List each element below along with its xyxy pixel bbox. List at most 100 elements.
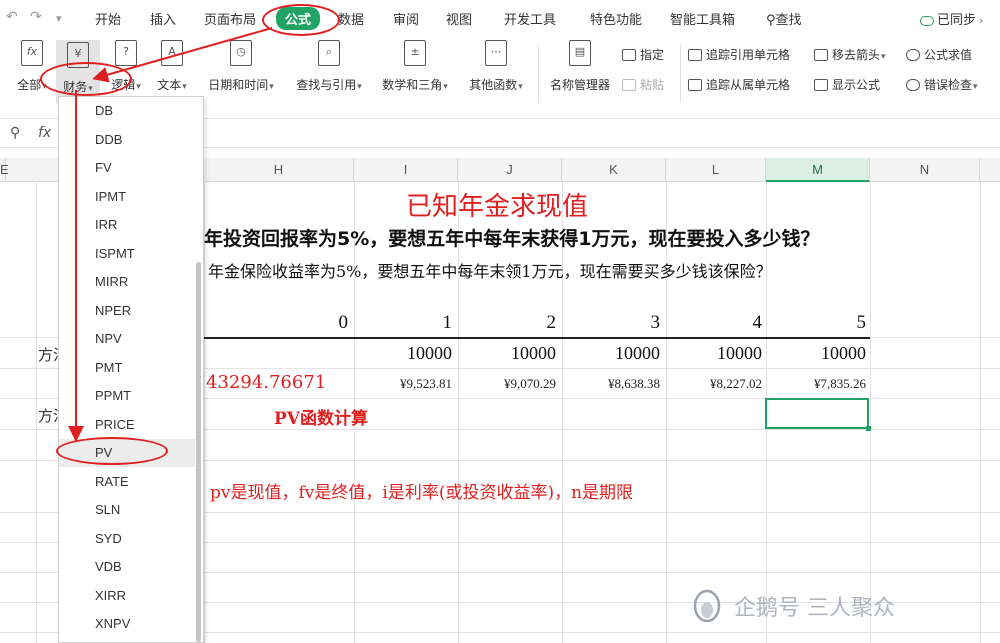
financial-functions-dropdown: DB DDB FV IPMT IRR ISPMT MIRR NPER NPV P… <box>58 96 204 643</box>
column-header-l[interactable]: L <box>666 158 766 182</box>
error-checking-button[interactable]: 错误检查 <box>906 76 978 93</box>
menu-home[interactable]: 开始 <box>95 9 121 28</box>
undo-icon[interactable]: ↶ <box>6 9 18 25</box>
menu-insert[interactable]: 插入 <box>150 9 176 28</box>
menu-developer[interactable]: 开发工具 <box>504 9 556 28</box>
grid-line <box>870 182 871 643</box>
question-text-2: 年金保险收益率为5%，要想五年中每年末领1万元，现在需要买多少钱该保险？ <box>208 262 772 281</box>
search-icon: ⚲ <box>766 13 776 28</box>
column-header-m[interactable]: M <box>766 158 870 182</box>
column-header-j[interactable]: J <box>458 158 562 182</box>
grid-line <box>562 182 563 643</box>
discounted-value-cell[interactable]: ¥9,523.81 <box>352 376 452 392</box>
function-item-nper[interactable]: NPER <box>59 297 195 325</box>
menu-review[interactable]: 审阅 <box>393 9 419 28</box>
name-manager-button[interactable]: ▤ 名称管理器 <box>544 40 616 93</box>
column-header-i[interactable]: I <box>354 158 458 182</box>
discounted-value-cell[interactable]: ¥9,070.29 <box>456 376 556 392</box>
grid-line <box>980 182 981 643</box>
menu-special-features[interactable]: 特色功能 <box>590 9 642 28</box>
table-top-border <box>204 337 870 339</box>
ribbon-separator <box>680 44 681 102</box>
function-item-irr[interactable]: IRR <box>59 211 195 239</box>
lookup-reference-functions-button[interactable]: ⌕ 查找与引用 <box>288 40 370 93</box>
dropdown-scrollbar[interactable] <box>196 262 201 642</box>
period-cell[interactable]: 2 <box>456 312 557 334</box>
cloud-icon <box>920 15 934 26</box>
text-functions-button[interactable]: A 文本 <box>150 40 194 93</box>
selected-cell[interactable] <box>765 398 871 431</box>
math-icon: ± <box>404 40 426 66</box>
column-header-h[interactable]: H <box>204 158 354 182</box>
function-item-ipmt[interactable]: IPMT <box>59 183 195 211</box>
discounted-value-cell[interactable]: ¥7,835.26 <box>766 376 866 392</box>
period-cell[interactable]: 0 <box>248 312 349 334</box>
trace-dependents-icon <box>688 79 702 91</box>
function-item-syd[interactable]: SYD <box>59 525 195 553</box>
amount-cell[interactable]: 10000 <box>456 343 556 364</box>
column-header-n[interactable]: N <box>870 158 980 182</box>
date-time-functions-button[interactable]: ◷ 日期和时间 <box>200 40 282 93</box>
trace-precedents-icon <box>688 49 702 61</box>
amount-cell[interactable]: 10000 <box>766 343 866 364</box>
menu-smart-toolbox[interactable]: 智能工具箱 <box>670 9 735 28</box>
period-cell[interactable]: 4 <box>662 312 763 334</box>
math-trig-functions-button[interactable]: ± 数学和三角 <box>374 40 456 93</box>
remove-arrows-button[interactable]: 移去箭头 <box>814 46 886 63</box>
show-formulas-button[interactable]: 显示公式 <box>814 76 880 93</box>
annotation-circle-financial <box>40 62 132 96</box>
function-item-mirr[interactable]: MIRR <box>59 268 195 296</box>
discounted-value-cell[interactable]: ¥8,638.38 <box>560 376 660 392</box>
text-icon: A <box>161 40 183 66</box>
function-item-db[interactable]: DB <box>59 97 195 125</box>
menu-data[interactable]: 数据 <box>338 9 364 28</box>
grid-line <box>458 182 459 643</box>
paste-name-button[interactable]: 粘贴 <box>622 76 664 93</box>
amount-cell[interactable]: 10000 <box>560 343 660 364</box>
discounted-value-cell[interactable]: ¥8,227.02 <box>662 376 762 392</box>
menu-view[interactable]: 视图 <box>446 9 472 28</box>
sync-status[interactable]: 已同步 › <box>920 9 983 28</box>
amount-cell[interactable]: 10000 <box>352 343 452 364</box>
column-header-e[interactable]: E <box>0 158 9 182</box>
specify-icon <box>622 49 636 61</box>
evaluate-icon <box>906 49 920 61</box>
trace-dependents-button[interactable]: 追踪从属单元格 <box>688 76 790 93</box>
function-item-ppmt[interactable]: PPMT <box>59 382 195 410</box>
function-item-ispmt[interactable]: ISPMT <box>59 240 195 268</box>
function-item-fv[interactable]: FV <box>59 154 195 182</box>
error-check-icon <box>906 79 920 91</box>
menu-page-layout[interactable]: 页面布局 <box>204 9 256 28</box>
function-item-xnpv[interactable]: XNPV <box>59 610 195 638</box>
specify-name-button[interactable]: 指定 <box>622 46 664 63</box>
function-item-price[interactable]: PRICE <box>59 411 195 439</box>
function-item-sln[interactable]: SLN <box>59 496 195 524</box>
remove-arrows-icon <box>814 49 828 61</box>
function-item-ddb[interactable]: DDB <box>59 126 195 154</box>
show-formulas-icon <box>814 79 828 91</box>
function-item-rate[interactable]: RATE <box>59 468 195 496</box>
evaluate-formula-button[interactable]: 公式求值 <box>906 46 972 63</box>
period-cell[interactable]: 5 <box>766 312 867 334</box>
amount-cell[interactable]: 10000 <box>662 343 762 364</box>
zoom-icon[interactable]: ⚲ <box>10 125 20 141</box>
search-box[interactable]: ⚲查找 <box>766 9 802 28</box>
redo-icon[interactable]: ↷ <box>30 9 42 25</box>
annotation-circle-formulas <box>262 4 340 36</box>
present-value-total-cell[interactable]: 43294.76671 <box>206 372 326 393</box>
function-item-npv[interactable]: NPV <box>59 325 195 353</box>
name-manager-icon: ▤ <box>569 40 591 66</box>
period-cell[interactable]: 3 <box>560 312 661 334</box>
column-header-k[interactable]: K <box>562 158 666 182</box>
fx-icon: fx <box>21 40 43 66</box>
trace-precedents-button[interactable]: 追踪引用单元格 <box>688 46 790 63</box>
quick-access-dropdown-icon[interactable]: ▾ <box>56 12 62 25</box>
fx-icon[interactable]: fx <box>38 125 51 141</box>
period-cell[interactable]: 1 <box>352 312 453 334</box>
pv-function-label: PV函数计算 <box>274 409 368 429</box>
function-item-xirr[interactable]: XIRR <box>59 582 195 610</box>
more-functions-button[interactable]: ⋯ 其他函数 <box>460 40 532 93</box>
function-item-vdb[interactable]: VDB <box>59 553 195 581</box>
function-item-pmt[interactable]: PMT <box>59 354 195 382</box>
grid-line <box>666 182 667 643</box>
